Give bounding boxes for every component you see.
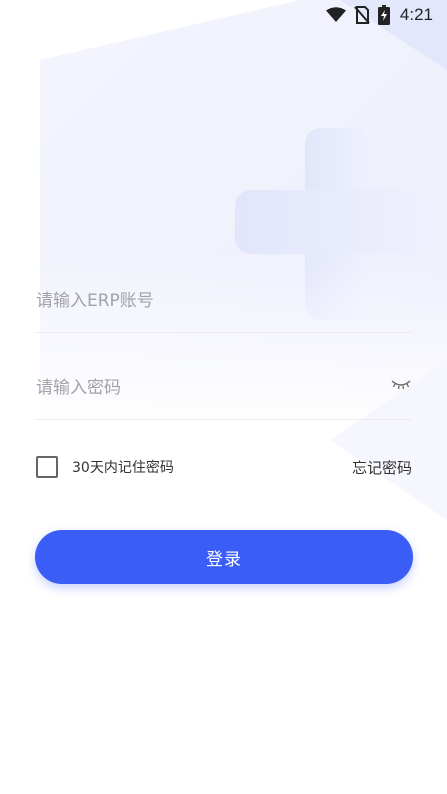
account-input[interactable] <box>36 291 366 311</box>
remember-checkbox[interactable] <box>36 456 58 478</box>
remember-password[interactable]: 30天内记住密码 <box>36 456 174 478</box>
password-field-row <box>36 357 412 420</box>
form-options: 30天内记住密码 忘记密码 <box>36 456 412 478</box>
wifi-icon <box>325 7 346 22</box>
password-input[interactable] <box>36 378 366 398</box>
remember-label: 30天内记住密码 <box>72 460 174 476</box>
login-form: 30天内记住密码 忘记密码 登录 <box>35 270 413 584</box>
status-time: 4:21 <box>399 5 433 24</box>
battery-charging-icon <box>377 5 390 25</box>
no-sim-icon <box>354 6 370 24</box>
forgot-password-link[interactable]: 忘记密码 <box>352 457 412 478</box>
account-field-row <box>36 270 412 333</box>
login-button[interactable]: 登录 <box>35 530 413 584</box>
eye-closed-icon[interactable] <box>390 378 412 392</box>
status-bar: 4:21 <box>0 0 447 30</box>
